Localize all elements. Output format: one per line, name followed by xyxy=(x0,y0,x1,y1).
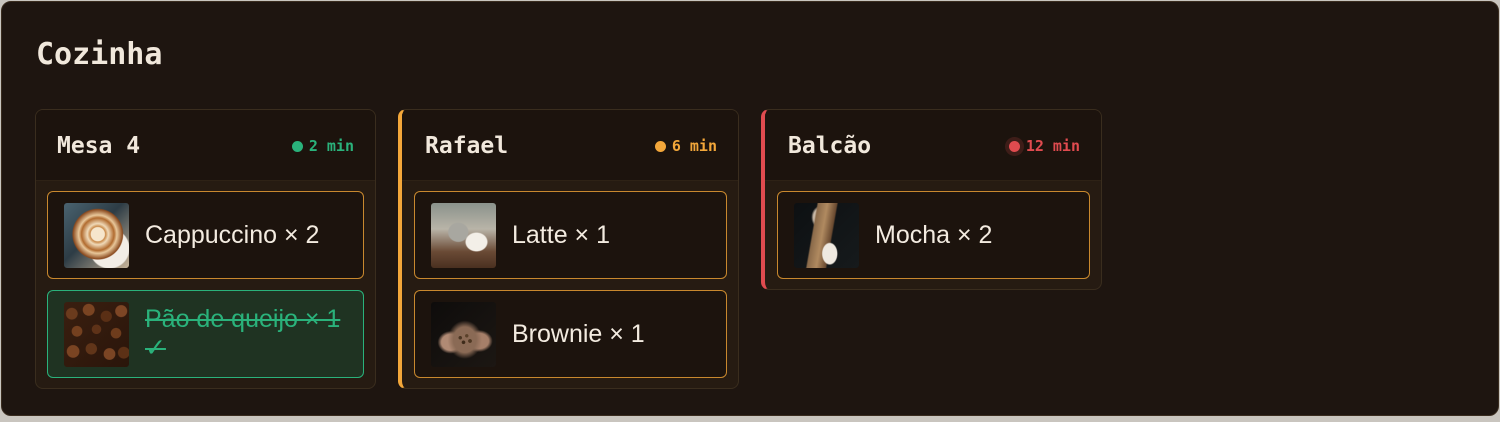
timer-text: 2 min xyxy=(308,137,354,155)
cappuccino-photo xyxy=(64,202,129,268)
order-item-done[interactable]: Pão de queijo × 1 ✓ xyxy=(47,290,364,378)
coffee-beans-photo xyxy=(64,301,129,367)
mocha-pour-photo xyxy=(794,202,859,268)
ticket-header: Rafael 6 min xyxy=(402,110,738,181)
timer-badge: 6 min xyxy=(654,136,717,156)
ticket-header: Mesa 4 2 min xyxy=(36,110,375,181)
kitchen-panel: Cozinha Mesa 4 2 min Cappuccino × 2 Pão … xyxy=(1,1,1499,416)
item-label: Brownie × 1 xyxy=(512,319,645,348)
beans-in-hands-photo xyxy=(431,301,496,367)
order-item[interactable]: Mocha × 2 xyxy=(777,191,1090,279)
ticket-header: Balcão 12 min xyxy=(765,110,1101,181)
item-label: Pão de queijo × 1 ✓ xyxy=(145,305,341,362)
item-label: Mocha × 2 xyxy=(875,220,993,249)
timer-text: 6 min xyxy=(671,137,717,155)
order-ticket-balcao[interactable]: Balcão 12 min Mocha × 2 xyxy=(761,109,1102,290)
status-dot-icon xyxy=(654,140,666,152)
ticket-name: Rafael xyxy=(425,133,509,159)
order-ticket-mesa-4[interactable]: Mesa 4 2 min Cappuccino × 2 Pão de queij… xyxy=(35,109,376,389)
timer-badge: 2 min xyxy=(291,136,354,156)
ticket-name: Mesa 4 xyxy=(57,133,141,159)
page-title: Cozinha xyxy=(36,37,163,72)
status-dot-icon xyxy=(1008,140,1020,152)
order-item[interactable]: Latte × 1 xyxy=(414,191,727,279)
latte-photo xyxy=(431,202,496,268)
order-item[interactable]: Cappuccino × 2 xyxy=(47,191,364,279)
order-item[interactable]: Brownie × 1 xyxy=(414,290,727,378)
timer-badge: 12 min xyxy=(1008,136,1080,156)
ticket-items: Cappuccino × 2 Pão de queijo × 1 ✓ xyxy=(36,181,375,388)
order-ticket-rafael[interactable]: Rafael 6 min Latte × 1 Brownie × 1 xyxy=(398,109,739,389)
ticket-items: Latte × 1 Brownie × 1 xyxy=(402,181,738,388)
ticket-items: Mocha × 2 xyxy=(765,181,1101,289)
status-dot-icon xyxy=(291,140,303,152)
timer-text: 12 min xyxy=(1025,137,1080,155)
item-label: Latte × 1 xyxy=(512,220,610,249)
ticket-name: Balcão xyxy=(788,133,872,159)
item-label: Cappuccino × 2 xyxy=(145,220,320,249)
